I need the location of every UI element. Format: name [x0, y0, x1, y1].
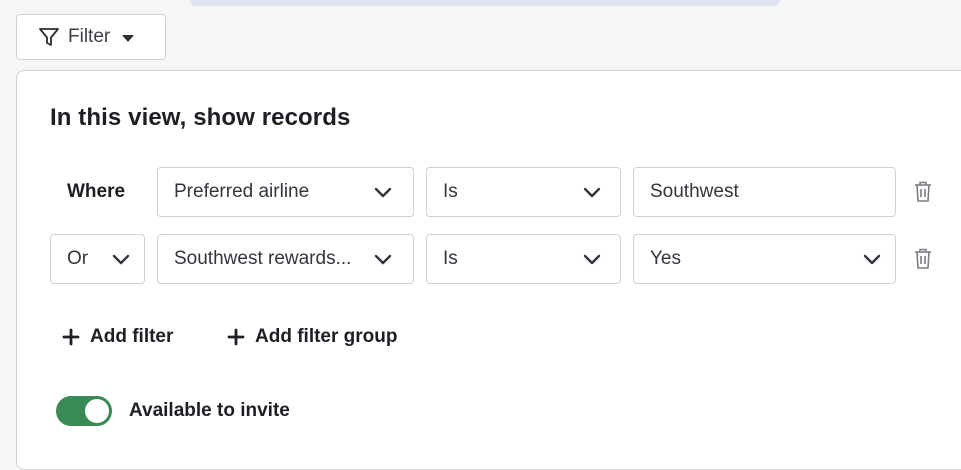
add-filter-group-button[interactable]: Add filter group — [227, 326, 397, 348]
value-input-1[interactable]: Southwest — [633, 167, 896, 217]
value-select-2-value: Yes — [650, 248, 681, 269]
toggle-label: Available to invite — [129, 400, 290, 421]
plus-icon — [227, 328, 245, 346]
chevron-down-icon — [374, 187, 392, 198]
value-input-1-value: Southwest — [650, 181, 739, 202]
funnel-icon — [38, 26, 60, 48]
operator-select-2[interactable]: Is — [426, 234, 621, 284]
chevron-down-icon — [863, 254, 881, 265]
available-to-invite-toggle[interactable] — [56, 396, 112, 426]
plus-icon — [62, 328, 80, 346]
conjunction-select[interactable]: Or — [50, 234, 145, 284]
caret-down-icon — [122, 34, 135, 42]
conjunction-select-value: Or — [67, 248, 89, 269]
chevron-down-icon — [583, 187, 601, 198]
value-select-2[interactable]: Yes — [633, 234, 896, 284]
field-select-2[interactable]: Southwest rewards... — [157, 234, 414, 284]
chevron-down-icon — [374, 254, 392, 265]
filter-button-label: Filter — [68, 26, 111, 47]
add-filter-group-label: Add filter group — [255, 326, 398, 347]
trash-icon[interactable] — [914, 181, 932, 203]
panel-title: In this view, show records — [50, 104, 351, 131]
chevron-down-icon — [583, 254, 601, 265]
add-filter-label: Add filter — [90, 326, 174, 347]
filter-button[interactable]: Filter — [16, 14, 166, 60]
field-select-1[interactable]: Preferred airline — [157, 167, 414, 217]
trash-icon[interactable] — [914, 248, 932, 270]
where-label: Where — [67, 181, 126, 202]
operator-select-1[interactable]: Is — [426, 167, 621, 217]
add-filter-button[interactable]: Add filter — [62, 326, 173, 348]
chevron-down-icon — [112, 254, 130, 265]
header-accent — [190, 0, 780, 6]
toggle-knob — [85, 399, 109, 423]
